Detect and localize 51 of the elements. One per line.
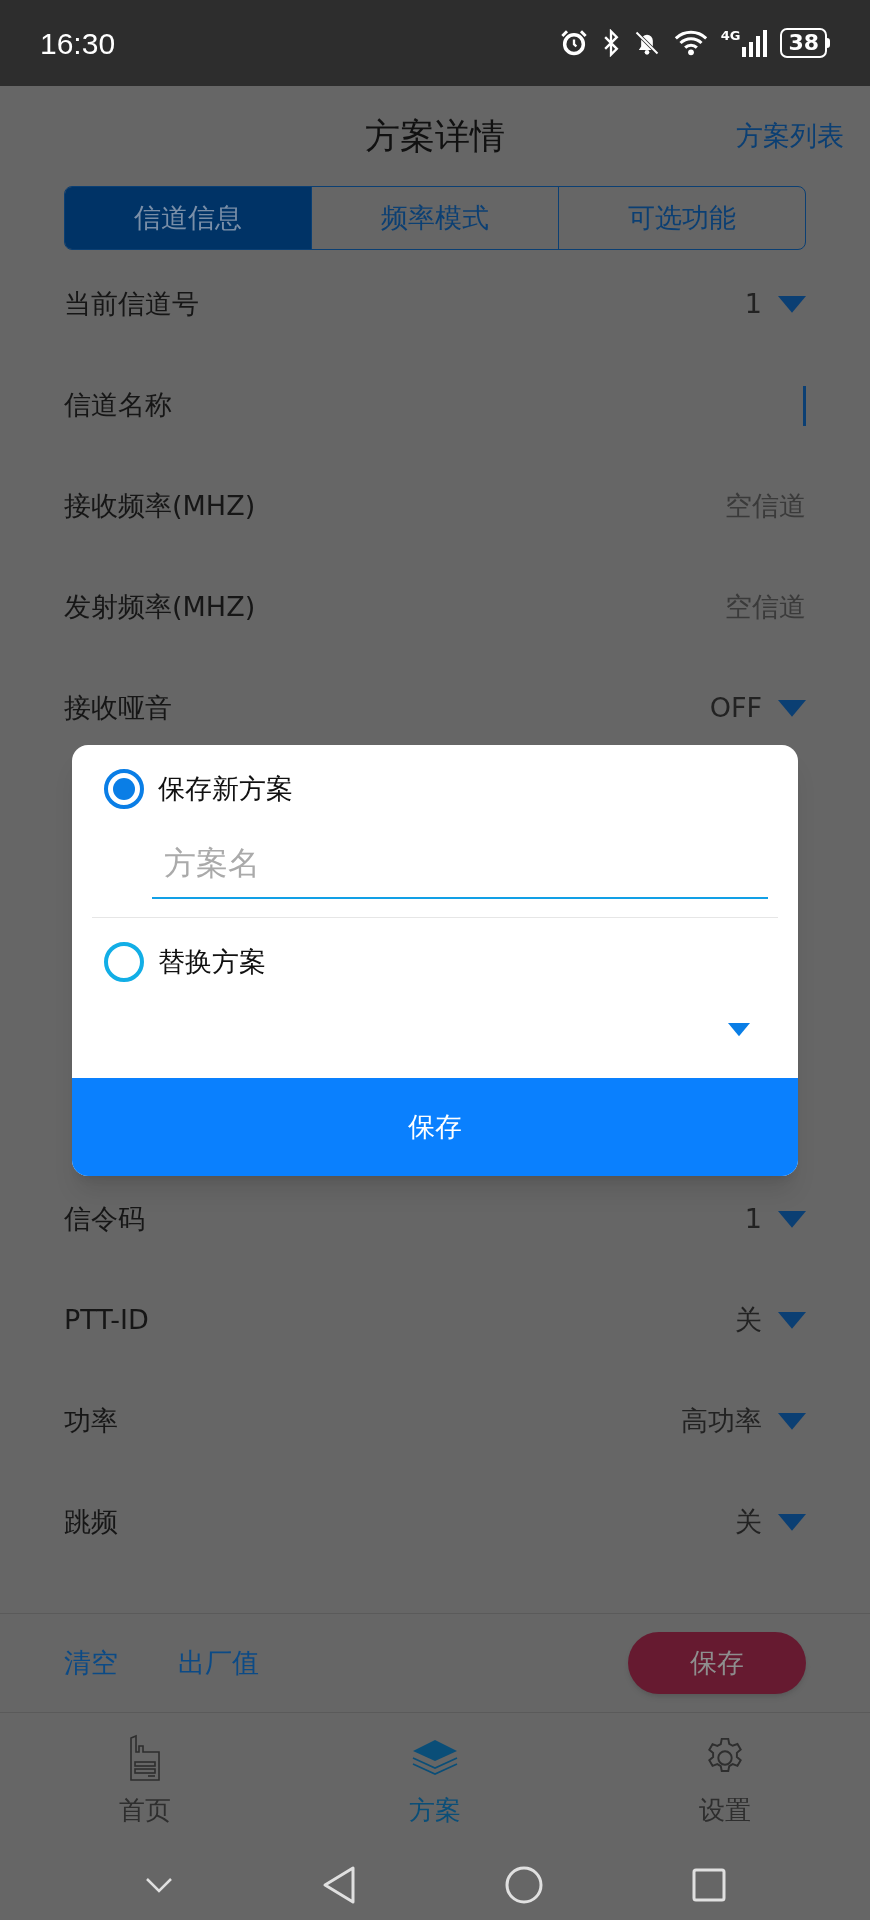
chevron-down-icon[interactable]: [144, 1877, 173, 1893]
battery-indicator: 38: [780, 28, 830, 58]
caret-icon: [778, 296, 806, 313]
signal-icon: [742, 29, 769, 57]
tab[interactable]: 信道信息: [65, 187, 311, 249]
dialog-save-button[interactable]: 保存: [72, 1078, 798, 1176]
radio-icon: [128, 1734, 162, 1782]
row-label: 接收哑音: [64, 691, 172, 726]
caret-icon: [728, 1023, 750, 1037]
layers-icon: [410, 1738, 460, 1778]
row-label: 信令码: [64, 1202, 145, 1237]
row-value: OFF: [709, 691, 762, 726]
radio-button[interactable]: [104, 769, 144, 809]
wifi-icon: [672, 29, 709, 57]
tab[interactable]: 频率模式: [311, 187, 558, 249]
caret-icon: [778, 1312, 806, 1329]
row-label: 信道名称: [64, 388, 172, 423]
option-label: 替换方案: [158, 944, 266, 979]
row-label: 接收频率(MHZ): [64, 489, 256, 524]
caret-icon: [778, 1413, 806, 1430]
back-icon[interactable]: [321, 1865, 356, 1905]
row-label: 功率: [64, 1404, 118, 1439]
caret-icon: [778, 1514, 806, 1531]
clock: 16:30: [40, 25, 116, 62]
option-label: 保存新方案: [158, 771, 293, 806]
row-value: 关: [735, 1505, 762, 1540]
save-button[interactable]: 保存: [628, 1632, 806, 1694]
home-icon[interactable]: [504, 1866, 543, 1904]
nav-tab[interactable]: 首页: [0, 1713, 290, 1850]
page-title: 方案详情: [365, 114, 505, 158]
nav-tab[interactable]: 设置: [580, 1713, 870, 1850]
action-link[interactable]: 清空: [64, 1642, 118, 1684]
network-type: 4G: [720, 29, 741, 42]
row-label: PTT-ID: [64, 1303, 149, 1338]
action-link[interactable]: 出厂值: [178, 1642, 259, 1684]
plan-name-field[interactable]: 方案名: [152, 829, 768, 899]
plan-list-link[interactable]: 方案列表: [736, 115, 844, 157]
row-label: 发射频率(MHZ): [64, 590, 256, 625]
caret-icon: [778, 1211, 806, 1228]
muted-bell-icon: [632, 29, 661, 57]
row-value: 关: [735, 1303, 762, 1338]
row-value: 高功率: [681, 1404, 762, 1439]
tab[interactable]: 可选功能: [558, 187, 805, 249]
recents-icon[interactable]: [691, 1868, 726, 1902]
radio-button[interactable]: [104, 942, 144, 982]
row-value: 1: [744, 287, 762, 322]
row-value: 1: [744, 1202, 762, 1237]
row-label: 当前信道号: [64, 287, 199, 322]
row-label: 跳频: [64, 1505, 118, 1540]
nav-tab[interactable]: 方案: [290, 1713, 580, 1850]
caret-icon: [778, 700, 806, 717]
